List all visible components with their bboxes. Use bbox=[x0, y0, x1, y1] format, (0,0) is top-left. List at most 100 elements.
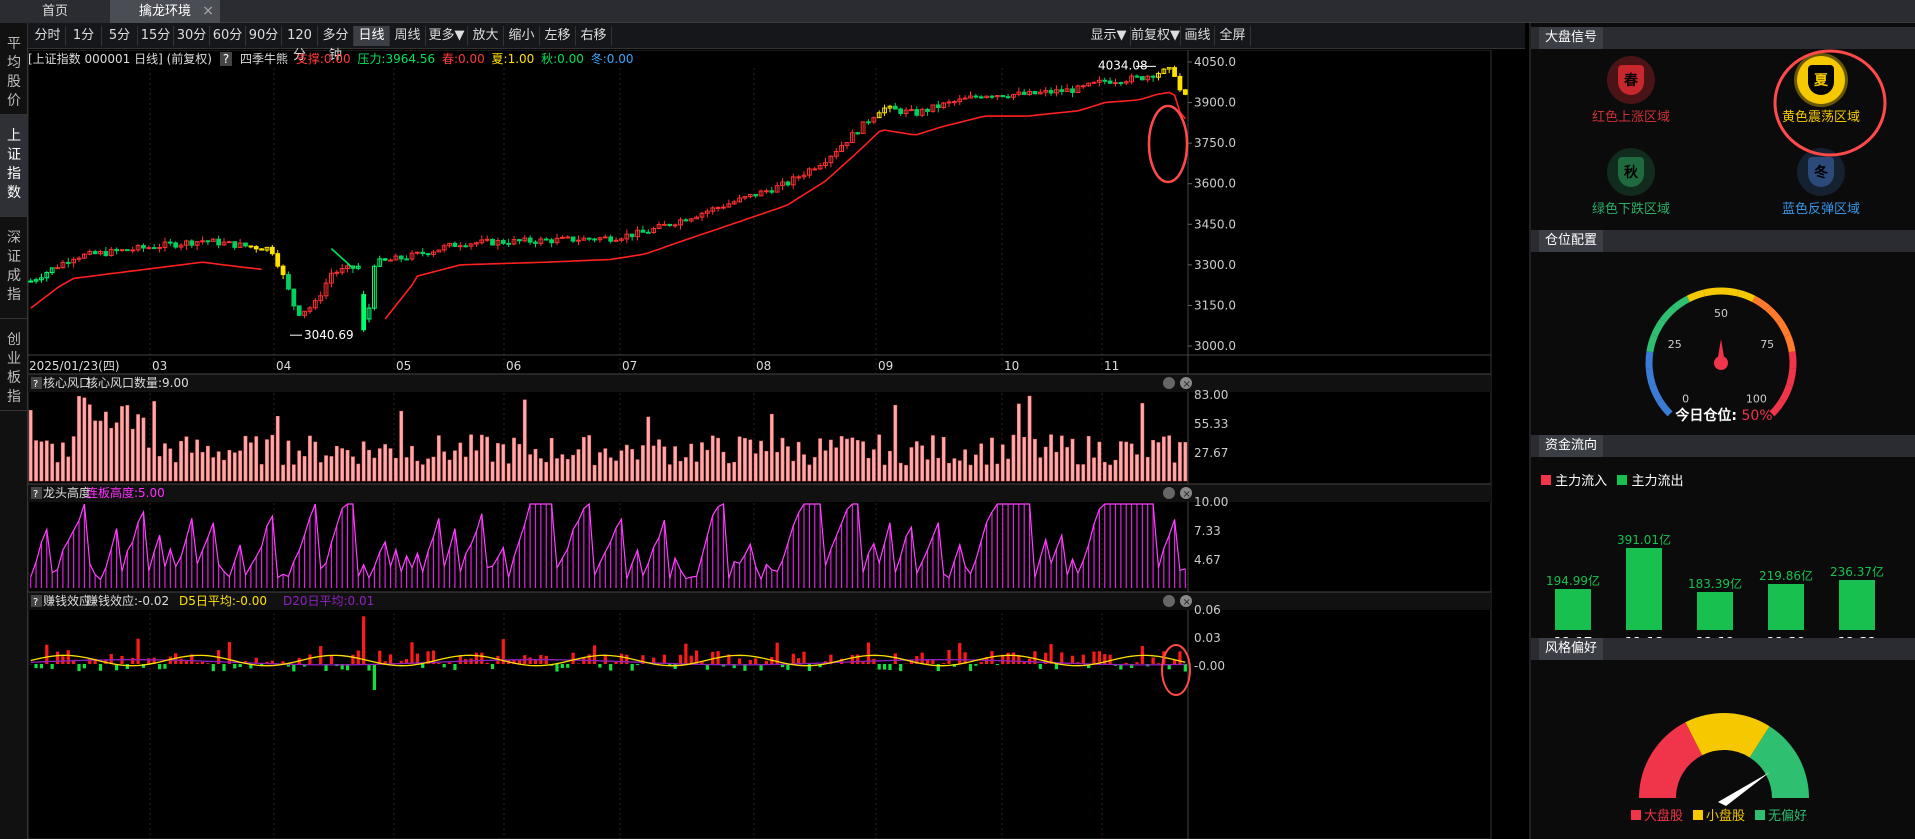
panel3-bar bbox=[1092, 651, 1096, 664]
panel1-bar bbox=[1016, 403, 1021, 482]
panel1-bar bbox=[726, 463, 731, 482]
panel-axis-label: 55.33 bbox=[1194, 417, 1228, 431]
toolbar-right-btn-2[interactable]: 画线 bbox=[1181, 26, 1215, 46]
gauge-hub bbox=[1714, 356, 1728, 370]
settings-icon[interactable] bbox=[1163, 595, 1175, 607]
panel3-bar bbox=[109, 653, 113, 664]
panel1-bar bbox=[1135, 454, 1139, 482]
toolbar-btn-10[interactable]: 周线 bbox=[390, 26, 426, 46]
shield-icon: 秋 bbox=[1618, 157, 1644, 187]
panel3-bar bbox=[351, 654, 355, 664]
panel3-bar bbox=[850, 655, 854, 664]
nav-item-2[interactable]: 深证成指 bbox=[0, 217, 28, 319]
toolbar-btn-9[interactable]: 日线 bbox=[354, 26, 390, 46]
panel1-bar bbox=[963, 449, 967, 482]
chart-header: [上证指数 000001 日线] (前复权) ? 四季牛熊 支撑:0.00 压力… bbox=[28, 50, 1520, 69]
panel1-bar bbox=[82, 397, 87, 482]
panel1-bar bbox=[565, 459, 570, 482]
panel1-bar bbox=[764, 450, 769, 482]
panel1-bar bbox=[646, 416, 651, 482]
candle-body bbox=[269, 246, 275, 255]
panel3-bar bbox=[566, 664, 570, 668]
season-0[interactable]: 春红色上涨区域 bbox=[1571, 56, 1691, 125]
panel3-bar bbox=[576, 663, 581, 664]
gauge-arc-segment bbox=[1786, 368, 1797, 387]
panel3-bar bbox=[560, 664, 564, 669]
toolbar-btn-2[interactable]: 5分 bbox=[102, 26, 138, 46]
candle-body bbox=[130, 249, 136, 252]
nav-item-0[interactable]: 平均股价 bbox=[0, 23, 28, 115]
toolbar-btn-14[interactable]: 左移 bbox=[540, 26, 576, 46]
toolbar-btn-3[interactable]: 15分 bbox=[138, 26, 174, 46]
panel1-bar bbox=[1081, 464, 1086, 482]
panel1-bar bbox=[533, 448, 538, 482]
panel1-bar bbox=[732, 462, 737, 482]
candle-body bbox=[989, 95, 995, 98]
tab-active[interactable]: 擒龙环境 × bbox=[110, 0, 220, 23]
gauge-arc-segment bbox=[1659, 305, 1677, 323]
panel1-bar bbox=[297, 450, 302, 482]
nav-item-char: 平 bbox=[7, 36, 21, 52]
low-annotation: 3040.69 bbox=[304, 328, 354, 342]
panel1-bar bbox=[839, 436, 844, 482]
nav-item-3[interactable]: 创业板指 bbox=[0, 319, 28, 411]
panel3-bar bbox=[1172, 660, 1177, 664]
toolbar-btn-11[interactable]: 更多▼ bbox=[426, 26, 468, 46]
candle-body bbox=[898, 108, 904, 115]
panel1-bar bbox=[238, 450, 242, 482]
panel3-bar bbox=[388, 654, 393, 664]
candle-body bbox=[114, 248, 119, 252]
panel3-bar bbox=[662, 654, 666, 664]
tab-home[interactable]: 首页 bbox=[0, 0, 110, 23]
toolbar-btn-7[interactable]: 120分 bbox=[282, 26, 318, 63]
panel1-bar bbox=[334, 445, 339, 482]
toolbar-btn-13[interactable]: 缩小 bbox=[504, 26, 540, 46]
nav-item-char: 创 bbox=[7, 332, 21, 348]
flow-value: 194.99亿 bbox=[1546, 574, 1600, 589]
candle-body bbox=[1134, 75, 1140, 78]
panel1-bar bbox=[146, 447, 151, 482]
flow-value: 183.39亿 bbox=[1688, 576, 1742, 591]
toolbar-btn-0[interactable]: 分时 bbox=[30, 26, 66, 46]
panel3-bar bbox=[125, 664, 129, 670]
panel1-bar bbox=[850, 437, 855, 482]
nav-item-char: 深 bbox=[7, 230, 21, 246]
gauge-arc-segment bbox=[1686, 289, 1706, 303]
panel1-bar bbox=[415, 460, 420, 482]
close-icon[interactable]: × bbox=[202, 0, 214, 23]
toolbar-btn-8[interactable]: 多分钟 bbox=[318, 26, 354, 63]
panel2-label: 连板高度:5.00 bbox=[86, 485, 165, 500]
toolbar-right-btn-3[interactable]: 全屏 bbox=[1215, 26, 1251, 46]
panel3-bar bbox=[673, 664, 677, 669]
panel1-bar bbox=[678, 460, 683, 482]
toolbar-right-btn-0[interactable]: 显示▼ bbox=[1087, 26, 1131, 46]
help-icon[interactable]: ? bbox=[219, 52, 233, 66]
panel1-bar bbox=[587, 435, 592, 482]
panel1-bar bbox=[753, 453, 758, 482]
toolbar-btn-4[interactable]: 30分 bbox=[174, 26, 210, 46]
toolbar-btn-1[interactable]: 1分 bbox=[66, 26, 102, 46]
toolbar-btn-5[interactable]: 60分 bbox=[210, 26, 246, 46]
candle-body bbox=[232, 241, 238, 248]
toolbar-btn-15[interactable]: 右移 bbox=[576, 26, 612, 46]
candle-body bbox=[361, 294, 367, 331]
panel3-bar bbox=[856, 654, 860, 664]
toolbar-btn-12[interactable]: 放大 bbox=[468, 26, 504, 46]
panel3-bar bbox=[1178, 651, 1182, 664]
support-line bbox=[30, 261, 262, 309]
toolbar-right-btn-1[interactable]: 前复权▼ bbox=[1131, 26, 1181, 46]
season-2[interactable]: 秋绿色下跌区域 bbox=[1571, 148, 1691, 217]
panel1-bar bbox=[871, 449, 876, 482]
panel1-bar bbox=[313, 441, 318, 482]
toolbar-btn-6[interactable]: 90分 bbox=[246, 26, 282, 46]
chart-area[interactable]: 4050.03900.03750.03600.03450.03300.03150… bbox=[28, 50, 1524, 839]
candle-body bbox=[55, 267, 60, 270]
candle-body bbox=[683, 219, 689, 222]
position-gauge: 0 25 50 75 100 bbox=[1645, 287, 1797, 417]
settings-icon[interactable] bbox=[1163, 487, 1175, 499]
style-needle bbox=[1718, 772, 1770, 806]
settings-icon[interactable] bbox=[1163, 377, 1175, 389]
nav-item-1[interactable]: 上证指数 bbox=[0, 115, 28, 217]
panel1-bar bbox=[1070, 438, 1075, 482]
candle-body bbox=[205, 240, 211, 243]
